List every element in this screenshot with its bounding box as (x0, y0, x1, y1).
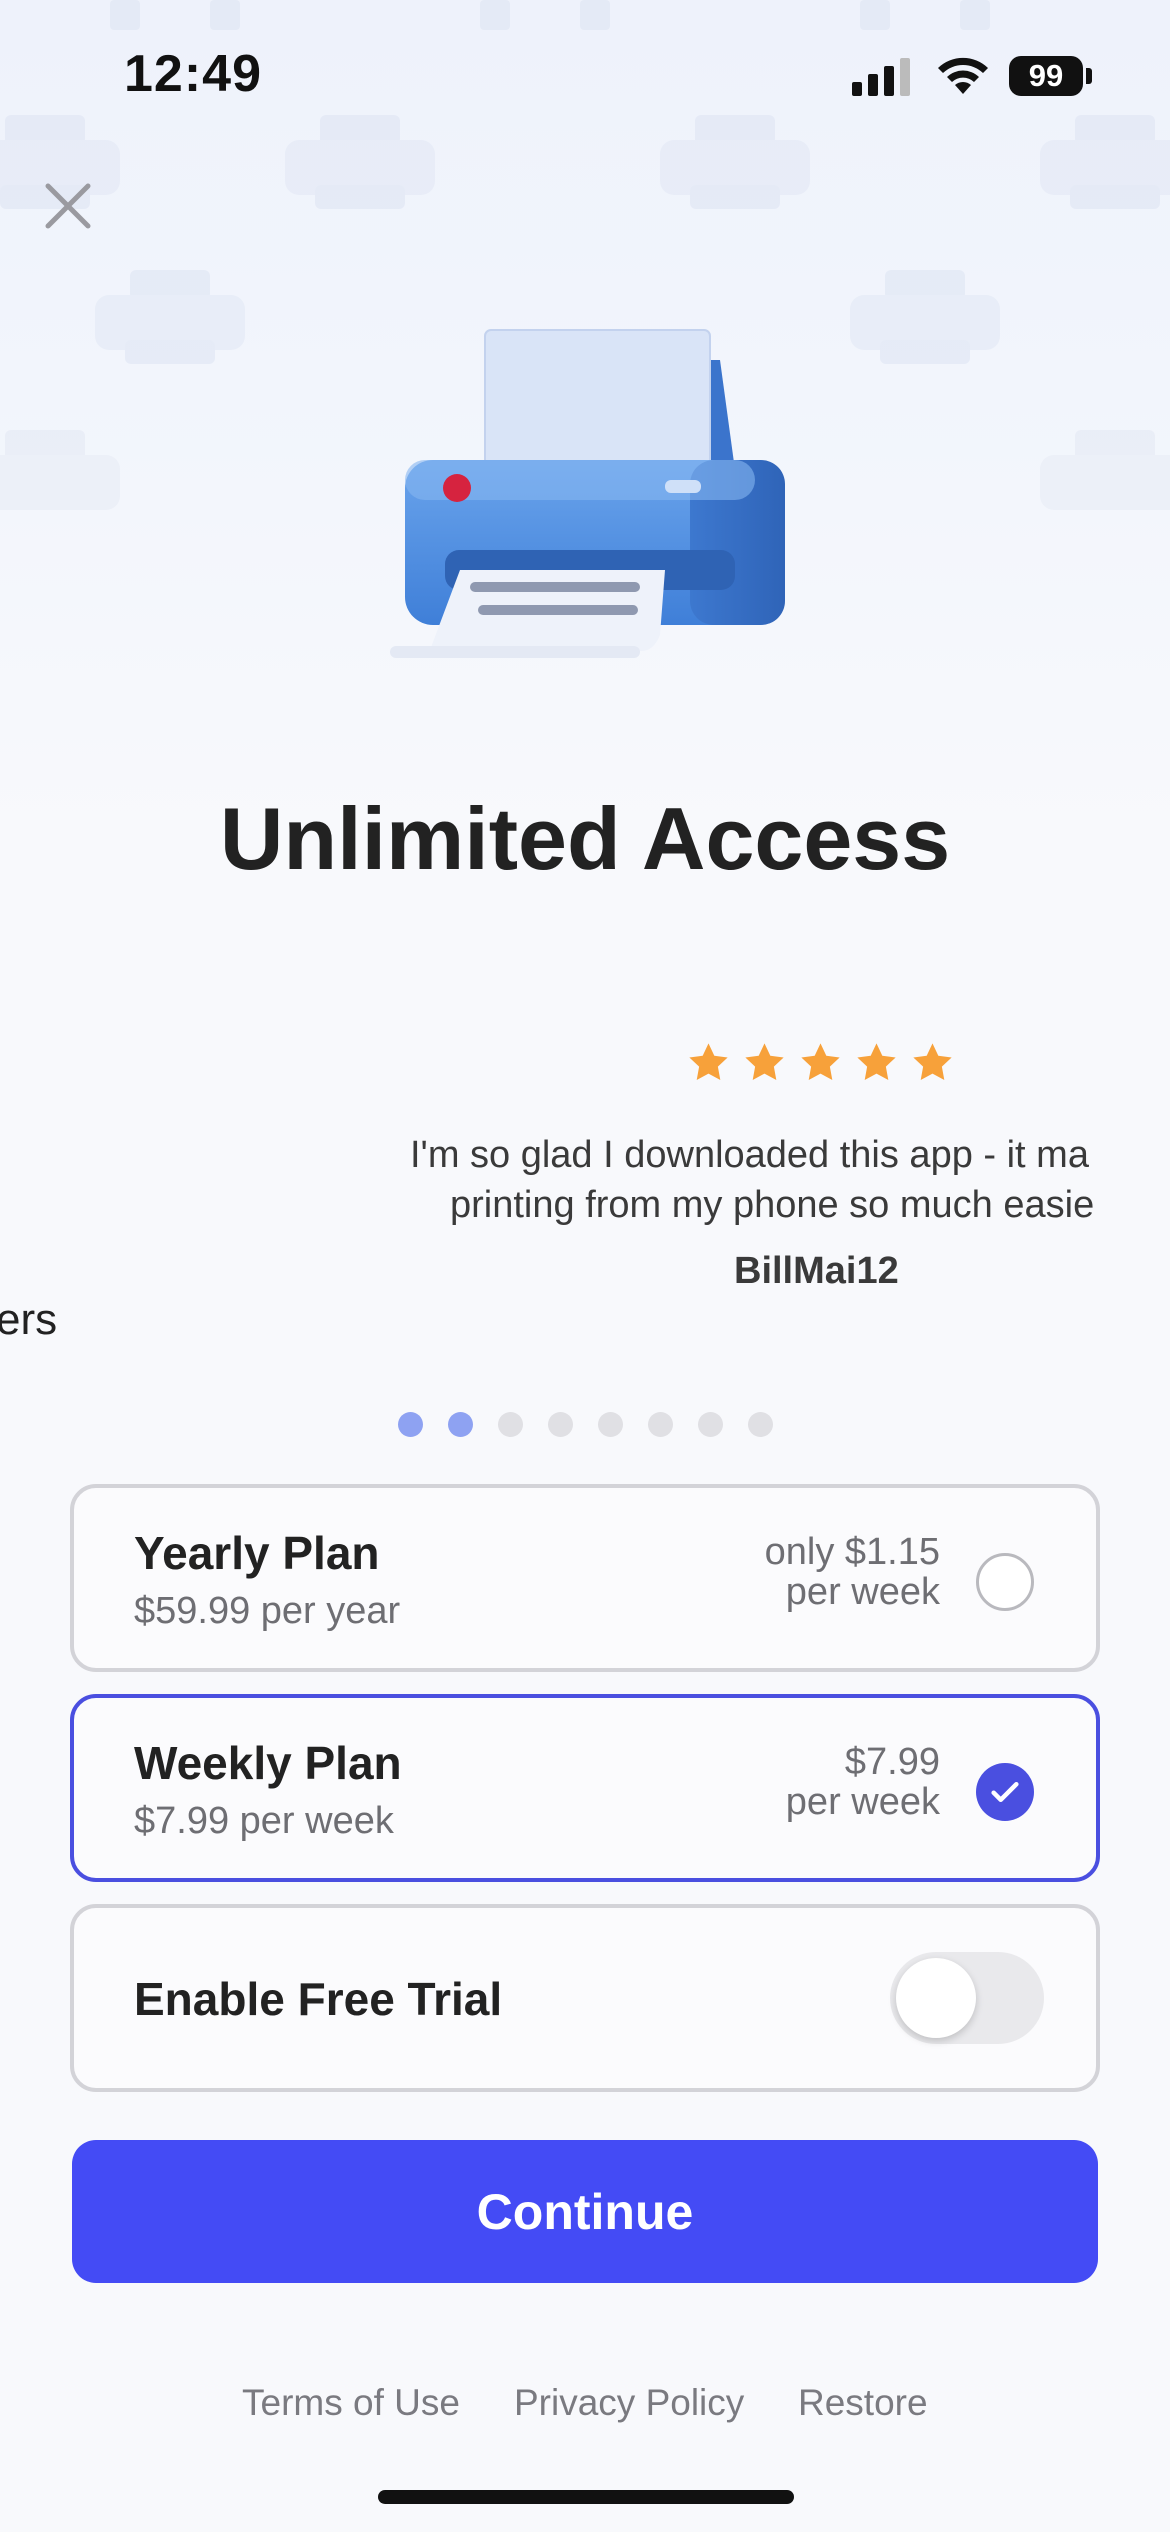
background-printer-icon (95, 270, 245, 364)
plan-name: Weekly Plan (134, 1737, 402, 1789)
carousel-dot[interactable] (448, 1412, 473, 1437)
review-line-1: I'm so glad I downloaded this app - it m… (410, 1134, 1089, 1176)
plan-radio-unchecked[interactable] (976, 1553, 1034, 1611)
plan-subtitle: $59.99 per year (134, 1590, 401, 1632)
carousel-dot[interactable] (598, 1412, 623, 1437)
status-time: 12:49 (124, 45, 262, 103)
carousel-dot[interactable] (748, 1412, 773, 1437)
plan-option-weekly[interactable]: Weekly Plan $7.99 per week $7.99 per wee… (70, 1694, 1100, 1882)
plan-option-yearly[interactable]: Yearly Plan $59.99 per year only $1.15 p… (70, 1484, 1100, 1672)
toggle-knob (896, 1958, 976, 2038)
reviewer-name: BillMai12 (734, 1250, 899, 1292)
plan-radio-checked[interactable] (976, 1763, 1034, 1821)
rating-stars (686, 1040, 955, 1085)
plan-price: only $1.15 per week (765, 1532, 940, 1612)
carousel-dot[interactable] (548, 1412, 573, 1437)
plan-price-line-2: per week (785, 1781, 940, 1823)
status-bar: 12:49 99 (0, 0, 1170, 150)
plan-name: Yearly Plan (134, 1527, 380, 1579)
star-icon (801, 1043, 840, 1080)
plan-price-line-1: only $1.15 (764, 1531, 940, 1573)
background-printer-icon (850, 270, 1000, 364)
star-icon (745, 1043, 784, 1080)
free-trial-label: Enable Free Trial (134, 1973, 503, 2025)
battery-tip (1086, 68, 1092, 84)
carousel-page-indicator[interactable] (398, 1412, 773, 1437)
battery-indicator: 99 (1009, 56, 1083, 96)
star-icon (689, 1043, 728, 1080)
review-line-2: printing from my phone so much easie (450, 1184, 1095, 1226)
previous-slide-fragment: ers (0, 1295, 58, 1344)
carousel-dot[interactable] (398, 1412, 423, 1437)
continue-button[interactable]: Continue (72, 2140, 1098, 2283)
free-trial-row[interactable]: Enable Free Trial (70, 1904, 1100, 2092)
home-indicator (378, 2490, 794, 2504)
restore-link[interactable]: Restore (798, 2382, 928, 2424)
plan-subtitle: $7.99 per week (134, 1800, 394, 1842)
carousel-dot[interactable] (648, 1412, 673, 1437)
carousel-dot[interactable] (498, 1412, 523, 1437)
terms-of-use-link[interactable]: Terms of Use (242, 2382, 460, 2424)
free-trial-toggle[interactable] (890, 1952, 1044, 2044)
star-icon (913, 1043, 952, 1080)
printer-illustration (390, 329, 785, 658)
checkmark-icon (991, 1781, 1019, 1803)
cellular-signal-icon (852, 58, 910, 96)
carousel-dot[interactable] (698, 1412, 723, 1437)
plan-price: $7.99 per week (786, 1742, 940, 1822)
paywall-screen: 12:49 99 Unlimited Access I'm so glad I … (0, 0, 1170, 2532)
background-printer-icon (0, 430, 120, 510)
plan-price-line-2: per week (785, 1571, 940, 1613)
star-icon (857, 1043, 896, 1080)
wifi-icon (938, 57, 988, 94)
page-title: Unlimited Access (219, 789, 951, 888)
background-printer-icon (1040, 430, 1170, 510)
privacy-policy-link[interactable]: Privacy Policy (514, 2382, 744, 2424)
plan-price-line-1: $7.99 (844, 1741, 940, 1783)
close-icon[interactable] (40, 178, 96, 234)
